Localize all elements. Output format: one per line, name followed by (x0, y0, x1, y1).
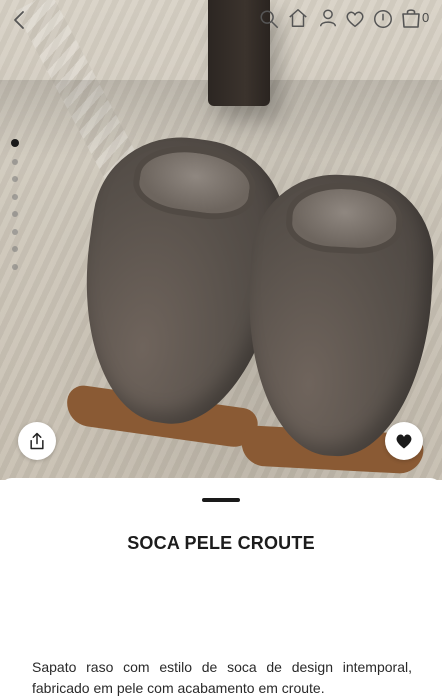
favorite-button[interactable] (385, 422, 423, 460)
pagination-dot[interactable] (12, 211, 18, 217)
share-icon (30, 432, 44, 450)
user-icon[interactable] (317, 7, 339, 29)
circle-icon[interactable] (372, 8, 394, 30)
share-button[interactable] (18, 422, 56, 460)
product-info-sheet: SOCA PELE CROUTE Sapato raso com estilo … (0, 478, 442, 700)
pagination-dot[interactable] (12, 228, 18, 235)
drag-handle[interactable] (202, 498, 240, 502)
pagination-dot[interactable] (12, 246, 18, 252)
pagination-dot[interactable] (12, 158, 18, 165)
search-icon[interactable] (258, 8, 280, 30)
back-icon[interactable] (8, 8, 32, 32)
pagination-dot[interactable] (12, 263, 18, 270)
heart-filled-icon (396, 434, 412, 449)
top-bar: 0 (0, 0, 442, 40)
home-icon[interactable] (287, 7, 309, 29)
gallery-pagination (11, 139, 21, 281)
heart-icon[interactable] (344, 8, 366, 30)
product-description: Sapato raso com estilo de soca de design… (32, 659, 412, 696)
pagination-dot[interactable] (11, 139, 19, 147)
product-title: SOCA PELE CROUTE (127, 533, 315, 553)
product-image[interactable] (0, 0, 442, 480)
bag-icon[interactable] (399, 6, 423, 30)
pagination-dot[interactable] (12, 193, 18, 200)
pagination-dot[interactable] (12, 176, 18, 182)
cart-count[interactable]: 0 (422, 10, 429, 25)
